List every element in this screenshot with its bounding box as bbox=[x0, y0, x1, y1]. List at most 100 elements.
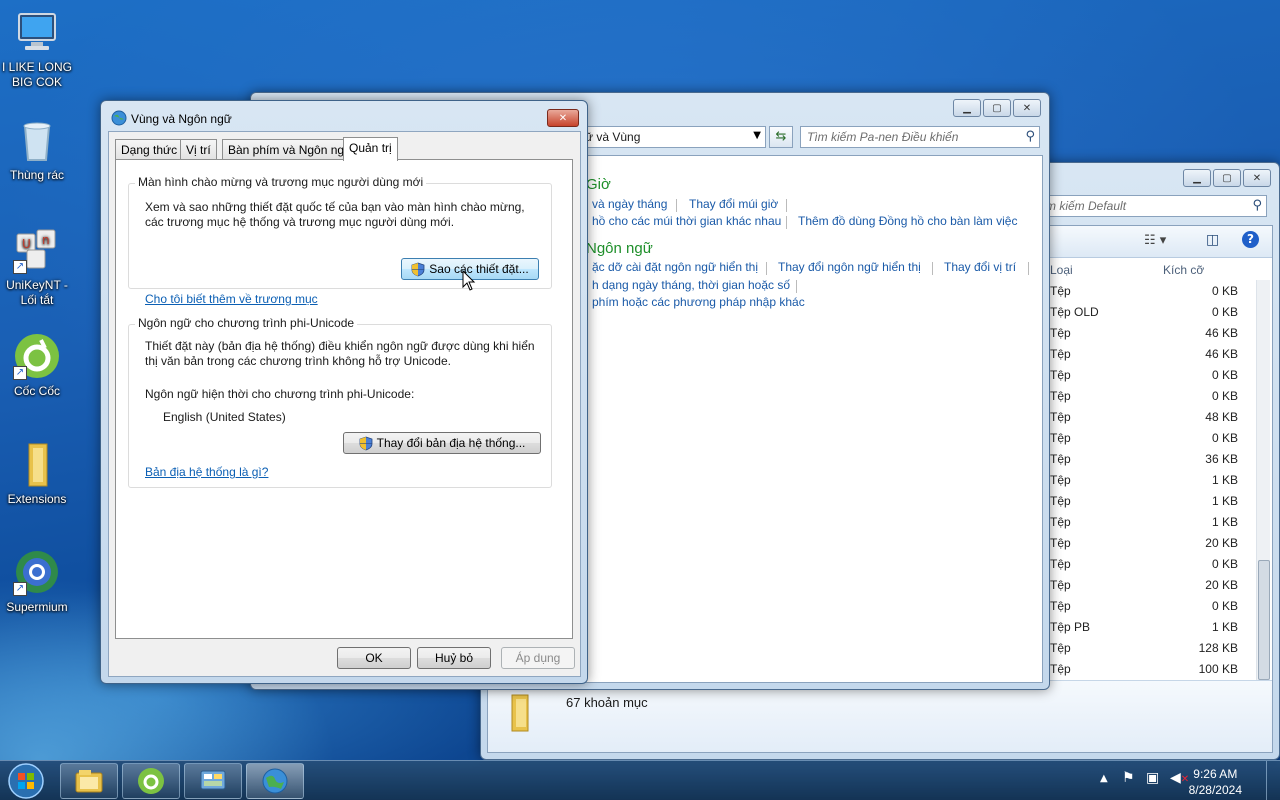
close-button[interactable]: ✕ bbox=[1243, 169, 1271, 187]
taskbar-control-panel[interactable] bbox=[184, 763, 242, 799]
cp-link-gadget[interactable]: Thêm đồ dùng Đồng hồ cho bàn làm việc bbox=[798, 214, 1017, 228]
desktop-icon-supermium[interactable]: ↗ Supermium bbox=[0, 548, 74, 615]
column-header-size[interactable]: Kích cỡ bbox=[1163, 263, 1204, 278]
explorer-caption-buttons: ▁ ▢ ✕ bbox=[1183, 169, 1271, 187]
network-icon[interactable]: ▣ bbox=[1146, 770, 1159, 786]
item-count: 67 khoản mục bbox=[566, 695, 648, 710]
dialog-body: Dạng thức Vị trí Bàn phím và Ngôn ngữ Qu… bbox=[108, 131, 581, 677]
action-center-flag-icon[interactable]: ⚑ bbox=[1122, 770, 1135, 786]
separator bbox=[796, 280, 797, 293]
learn-about-accounts-link[interactable]: Cho tôi biết thêm về trương mục bbox=[145, 292, 318, 306]
region-language-dialog[interactable]: Vùng và Ngôn ngữ ✕ Dạng thức Vị trí Bàn … bbox=[100, 100, 588, 684]
svg-text:n: n bbox=[42, 233, 50, 247]
desktop-icon-computer[interactable]: I LIKE LONG BIG COK bbox=[0, 8, 74, 90]
start-button[interactable] bbox=[4, 762, 48, 800]
file-type: Tệp bbox=[1050, 599, 1071, 613]
vertical-scrollbar[interactable] bbox=[1256, 280, 1270, 742]
cp-link-timezone[interactable]: Thay đổi múi giờ bbox=[689, 197, 778, 211]
separator bbox=[766, 262, 767, 275]
maximize-button[interactable]: ▢ bbox=[983, 99, 1011, 117]
cp-link-date-time[interactable]: và ngày tháng bbox=[592, 197, 667, 211]
file-type: Tệp bbox=[1050, 284, 1071, 298]
maximize-button[interactable]: ▢ bbox=[1213, 169, 1241, 187]
taskbar-region-language[interactable] bbox=[246, 763, 304, 799]
svg-text:U: U bbox=[22, 237, 31, 251]
non-unicode-description: Thiết đặt này (bản địa hệ thống) điều kh… bbox=[145, 339, 535, 368]
cp-link-formats[interactable]: h dạng ngày tháng, thời gian hoặc số bbox=[592, 278, 790, 292]
preview-pane-icon[interactable]: ◫ bbox=[1206, 232, 1219, 248]
desktop-icon-label: UniKeyNT - Lối tắt bbox=[6, 278, 68, 307]
tab-formats[interactable]: Dạng thức bbox=[115, 139, 184, 160]
administrative-tab-panel: Màn hình chào mừng và trương mục người d… bbox=[115, 159, 573, 639]
tab-keyboards-languages[interactable]: Bàn phím và Ngôn ngữ bbox=[222, 139, 359, 160]
computer-icon bbox=[13, 8, 61, 56]
what-is-system-locale-link[interactable]: Bản địa hệ thống là gì? bbox=[145, 465, 268, 479]
volume-muted-icon[interactable]: ◀✕ bbox=[1170, 770, 1189, 786]
search-icon[interactable]: ⚲ bbox=[1252, 198, 1262, 213]
cp-link-location[interactable]: Thay đổi vị trí bbox=[944, 260, 1016, 274]
desktop-icon-recycle-bin[interactable]: Thùng rác bbox=[0, 116, 74, 183]
view-options-icon[interactable]: ☷ ▾ bbox=[1144, 233, 1166, 248]
column-header-type[interactable]: Loại bbox=[1050, 263, 1073, 278]
separator bbox=[786, 199, 787, 212]
show-desktop-button[interactable] bbox=[1266, 761, 1280, 800]
file-type: Tệp bbox=[1050, 515, 1071, 529]
close-button[interactable]: ✕ bbox=[547, 109, 579, 127]
group-title: Màn hình chào mừng và trương mục người d… bbox=[135, 175, 427, 189]
cancel-button[interactable]: Huỷ bỏ bbox=[417, 647, 491, 669]
cp-section-clock-title[interactable]: Giờ bbox=[586, 176, 611, 193]
scrollbar-thumb[interactable] bbox=[1258, 560, 1270, 680]
change-system-locale-button[interactable]: Thay đổi bản địa hệ thống... bbox=[343, 432, 541, 454]
tab-administrative[interactable]: Quản trị bbox=[343, 137, 398, 161]
desktop-icon-unikey[interactable]: Un ↗ UniKeyNT - Lối tắt bbox=[0, 226, 74, 308]
cp-link-keyboards[interactable]: phím hoặc các phương pháp nhập khác bbox=[592, 295, 805, 309]
file-type: Tệp OLD bbox=[1050, 305, 1099, 319]
cp-link-install-language[interactable]: ặc dỡ cài đặt ngôn ngữ hiển thị bbox=[592, 260, 758, 274]
welcome-screen-description: Xem và sao những thiết đặt quốc tế của b… bbox=[145, 200, 525, 229]
file-size: 0 KB bbox=[1211, 389, 1238, 403]
file-size: 0 KB bbox=[1211, 284, 1238, 298]
button-label: Thay đổi bản địa hệ thống... bbox=[376, 436, 526, 450]
desktop-icon-label: Supermium bbox=[6, 600, 68, 614]
file-size: 48 KB bbox=[1205, 410, 1238, 424]
apply-button[interactable]: Áp dụng bbox=[501, 647, 575, 669]
close-button[interactable]: ✕ bbox=[1013, 99, 1041, 117]
desktop-icon-extensions[interactable]: Extensions bbox=[0, 440, 74, 507]
file-type: Tệp bbox=[1050, 347, 1071, 361]
region-globe-icon bbox=[262, 768, 288, 794]
cp-section-language-title[interactable]: Ngôn ngữ bbox=[586, 240, 653, 257]
help-icon[interactable]: ? bbox=[1242, 231, 1259, 248]
search-icon[interactable]: ⚲ bbox=[1025, 129, 1035, 144]
file-type: Tệp bbox=[1050, 494, 1071, 508]
desktop-icon-coccoc[interactable]: ↗ Cốc Cốc bbox=[0, 332, 74, 399]
cp-link-clocks[interactable]: hồ cho các múi thời gian khác nhau bbox=[592, 214, 781, 228]
refresh-icon[interactable]: ⇆ bbox=[769, 126, 793, 148]
cp-search-box[interactable]: Tìm kiếm Pa-nen Điều khiển ⚲ bbox=[800, 126, 1040, 148]
desktop-icon-label: Extensions bbox=[7, 492, 67, 506]
minimize-button[interactable]: ▁ bbox=[1183, 169, 1211, 187]
tab-location[interactable]: Vị trí bbox=[180, 139, 217, 160]
minimize-button[interactable]: ▁ bbox=[953, 99, 981, 117]
file-size: 1 KB bbox=[1211, 620, 1238, 634]
tab-label: Quản trị bbox=[349, 141, 392, 155]
cp-link-display-language[interactable]: Thay đổi ngôn ngữ hiển thị bbox=[778, 260, 921, 274]
button-label: Áp dụng bbox=[515, 651, 561, 665]
chevron-down-icon[interactable]: ▼ bbox=[753, 130, 761, 141]
ok-button[interactable]: OK bbox=[337, 647, 411, 669]
supermium-icon: ↗ bbox=[13, 548, 61, 596]
mouse-cursor-icon bbox=[462, 270, 476, 291]
show-hidden-icons[interactable]: ▲ bbox=[1100, 773, 1108, 784]
file-type: Tệp bbox=[1050, 452, 1071, 466]
file-size: 0 KB bbox=[1211, 431, 1238, 445]
explorer-search-box[interactable]: m kiếm Default ⚲ bbox=[1041, 195, 1267, 217]
file-size: 36 KB bbox=[1205, 452, 1238, 466]
address-bar[interactable]: ữ và Vùng ▼ bbox=[581, 126, 766, 148]
address-text: ữ và Vùng bbox=[585, 130, 641, 144]
taskbar-coccoc[interactable] bbox=[122, 763, 180, 799]
file-type: Tệp bbox=[1050, 557, 1071, 571]
desktop-icon-label: Thùng rác bbox=[9, 168, 65, 182]
taskbar-explorer[interactable] bbox=[60, 763, 118, 799]
button-label: Huỷ bỏ bbox=[434, 651, 474, 665]
folder-icon bbox=[13, 440, 61, 488]
system-clock[interactable]: 9:26 AM 8/28/2024 bbox=[1189, 766, 1242, 798]
